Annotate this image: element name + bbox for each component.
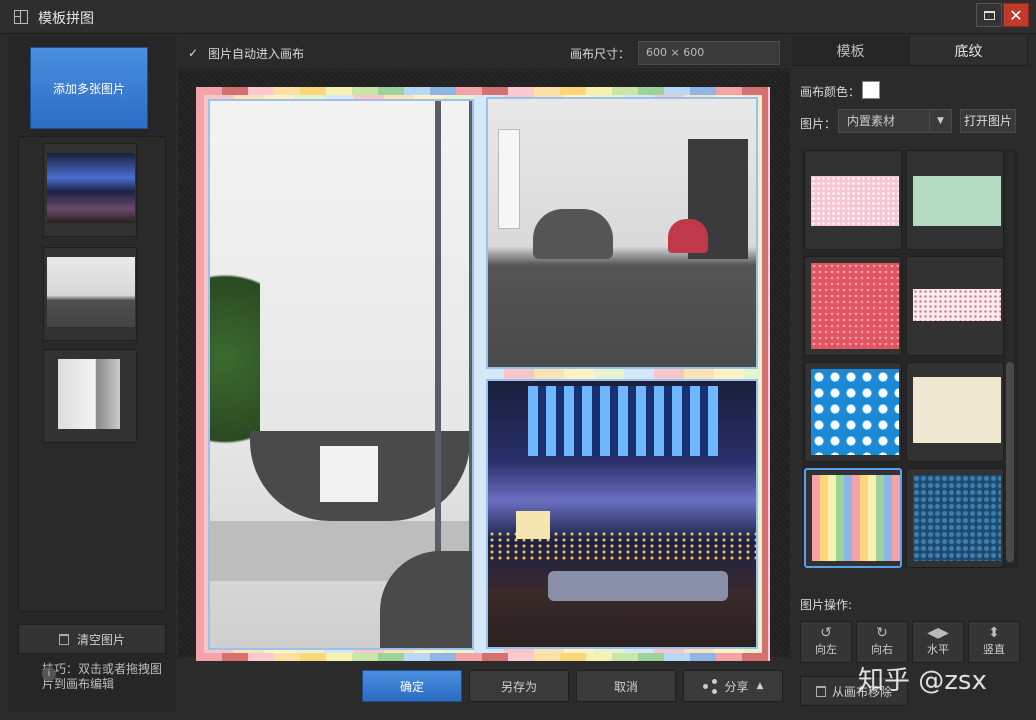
sofa-shape [533,209,613,259]
flip-vertical-label: 竖直 [983,643,1005,656]
watermark: 知乎 @zsx [858,666,987,696]
photo-slot-terrace[interactable] [486,379,758,649]
cancel-button[interactable]: 取消 [576,670,676,702]
flip-horizontal-label: 水平 [927,643,949,656]
texture-swatch [811,369,899,455]
collage-canvas[interactable] [196,87,770,661]
texture-swatch [913,289,1001,321]
close-icon: ✕ [1009,5,1023,25]
texture-swatch [913,176,1001,226]
thumbnail-list[interactable] [18,136,166,612]
tip-text: 技巧：双击或者拖拽图片到画布编辑 [42,662,163,691]
canvas-color-label: 画布颜色： [800,85,861,99]
texture-swatch [913,377,1001,443]
rotate-left-button[interactable]: ↺ 向左 [800,621,852,663]
chevron-up-icon: ▲ [756,681,764,691]
thumbnail-grey-living-room [47,257,135,327]
texture-tile[interactable] [906,150,1004,250]
share-label: 分享 [724,679,749,694]
lounge-shape [548,571,728,601]
right-panel: 模板 底纹 画布颜色： 图片： 内置素材 ▼ 打开图片 图片操作: ↺ 向左 ↻… [792,36,1028,712]
save-as-button[interactable]: 另存为 [469,670,569,702]
share-icon [702,679,717,694]
texture-tile[interactable] [906,362,1004,462]
clear-images-button[interactable]: 清空图片 [18,624,166,654]
scrollbar-thumb[interactable] [1006,362,1014,562]
texture-grid [802,150,1018,568]
chair-shape [668,219,708,253]
thumbnail-item[interactable] [43,349,137,443]
title-bar: 模板拼图 ✕ [0,0,1036,34]
towel-shape [320,446,378,502]
chevron-down-icon: ▼ [929,110,951,132]
texture-swatch [913,475,1001,561]
image-label: 图片： [800,117,837,131]
rotate-right-button[interactable]: ↻ 向右 [856,621,908,663]
app-icon [14,10,28,24]
tab-textures[interactable]: 底纹 [910,36,1028,65]
photo-slot-bathtub[interactable] [208,99,474,650]
clear-images-label: 清空图片 [76,632,125,647]
canvas-color-swatch[interactable] [862,81,880,99]
open-image-button[interactable]: 打开图片 [960,109,1016,133]
close-button[interactable]: ✕ [1003,3,1029,27]
texture-tile[interactable] [804,362,902,462]
flip-vertical-icon: ⬍ [988,625,1000,641]
window-title: 模板拼图 [38,11,94,27]
texture-swatch [812,475,900,561]
left-panel: 添加多张图片 清空图片 i 技巧：双击或者拖拽图片到画布编辑 [8,36,176,712]
photo-slot-living-room[interactable] [486,97,758,369]
flip-horizontal-button[interactable]: ◀▶ 水平 [912,621,964,663]
maximize-button[interactable] [976,3,1002,27]
thumbnail-bathtub-room [58,359,120,429]
texture-swatch [811,176,899,226]
texture-tile[interactable] [804,256,902,356]
tab-bar: 模板 底纹 [792,36,1028,66]
image-source-select[interactable]: 内置素材 ▼ [838,109,952,133]
thumbnail-item[interactable] [43,247,137,341]
rotate-right-label: 向右 [871,643,893,656]
flip-vertical-button[interactable]: ⬍ 竖直 [968,621,1020,663]
canvas-toolbar: ✓ 图片自动进入画布 画布尺寸： 600 × 600 [178,36,790,70]
auto-enter-label[interactable]: 图片自动进入画布 [208,45,304,62]
canvas-size-input[interactable]: 600 × 600 [638,41,780,65]
info-icon: i [42,667,56,681]
canvas-size-label: 画布尺寸： [570,47,631,61]
rotate-left-label: 向左 [815,643,837,656]
trash-icon [815,685,826,697]
thumbnail-item[interactable] [43,143,137,237]
window-shape [498,129,520,229]
lit-ceiling-shape [528,386,718,456]
trash-icon [58,633,69,645]
share-button[interactable]: 分享 ▲ [683,670,783,702]
rotate-left-icon: ↺ [820,625,832,641]
texture-tile[interactable] [804,150,902,250]
image-ops-label: 图片操作: [800,598,853,612]
texture-swatch [811,263,899,349]
maximize-icon [983,10,995,20]
auto-enter-checkbox[interactable]: ✓ [188,46,202,60]
ok-button[interactable]: 确定 [362,670,462,702]
flip-horizontal-icon: ◀▶ [927,625,949,641]
texture-tile[interactable] [906,468,1004,568]
texture-scrollbar[interactable] [1006,152,1014,564]
thumbnail-night-terrace [47,153,135,223]
image-source-value: 内置素材 [847,114,896,128]
add-images-button[interactable]: 添加多张图片 [30,47,148,129]
lamp-shape [516,511,550,539]
texture-tile[interactable] [906,256,1004,356]
rotate-right-icon: ↻ [876,625,888,641]
tab-templates[interactable]: 模板 [792,36,910,65]
tip: i 技巧：双击或者拖拽图片到画布编辑 [20,662,170,692]
texture-tile-selected[interactable] [804,468,902,568]
